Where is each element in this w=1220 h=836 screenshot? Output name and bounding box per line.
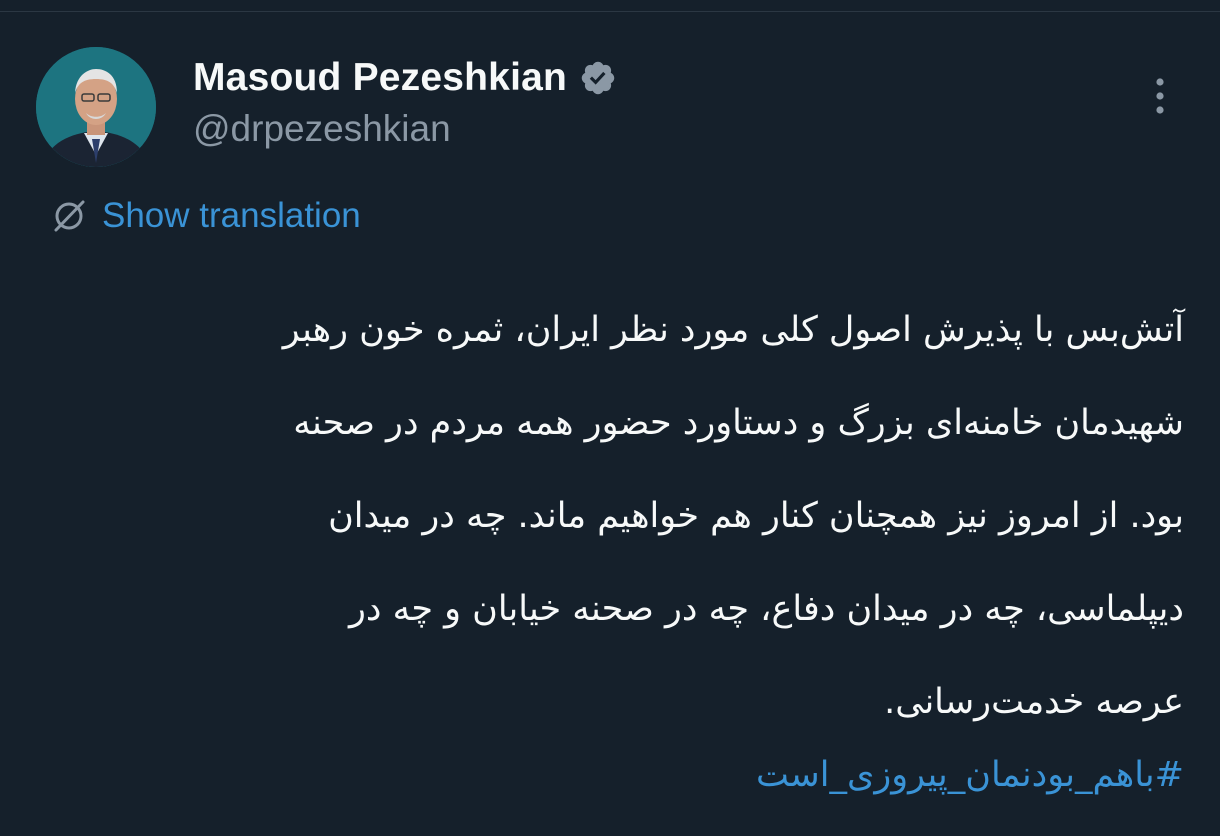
more-vertical-icon [1156, 78, 1164, 114]
show-translation-button[interactable]: Show translation [50, 193, 361, 239]
top-divider [0, 0, 1220, 12]
avatar[interactable] [36, 47, 156, 167]
hashtag-link[interactable]: #باهم_بودنمان_پیروزی_است [36, 735, 1184, 815]
avatar-image [36, 47, 156, 167]
author-display-name[interactable]: Masoud Pezeshkian [193, 56, 567, 100]
verified-badge-icon [579, 59, 617, 97]
tweet-text: آتش‌بس با پذیرش اصول کلی مورد نظر ایران،… [36, 284, 1184, 749]
tweet-text-line: آتش‌بس با پذیرش اصول کلی مورد نظر ایران،… [282, 310, 1184, 350]
show-translation-label: Show translation [102, 196, 361, 235]
more-options-button[interactable] [1140, 72, 1180, 120]
translate-globe-icon [50, 197, 88, 235]
tweet-text-line: شهیدمان خامنه‌ای بزرگ و دستاورد حضور همه… [293, 403, 1184, 443]
author-name-row: Masoud Pezeshkian [193, 52, 617, 104]
author-handle[interactable]: @drpezeshkian [193, 108, 451, 150]
tweet-text-line: دیپلماسی، چه در میدان دفاع، چه در صحنه خ… [349, 589, 1184, 629]
tweet-text-line: بود. از امروز نیز همچنان کنار هم خواهیم … [328, 496, 1184, 536]
